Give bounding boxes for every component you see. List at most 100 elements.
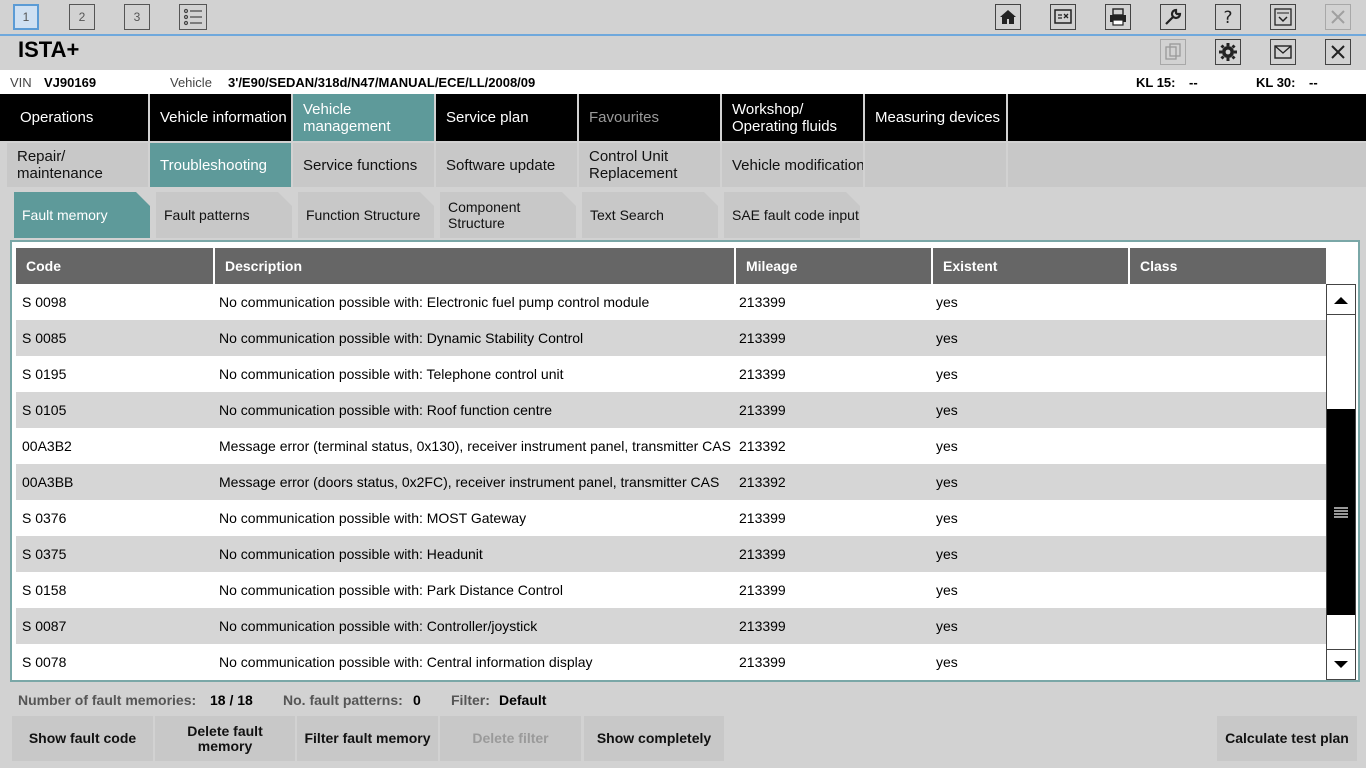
help-icon[interactable]: ? (1215, 4, 1241, 30)
kl30-value: -- (1309, 75, 1318, 90)
cell-mileage: 213399 (739, 546, 786, 562)
nav-troubleshooting[interactable]: Troubleshooting (150, 143, 291, 187)
table-row[interactable]: S 0078 No communication possible with: C… (16, 644, 1326, 680)
cell-existent: yes (936, 402, 958, 418)
session-tab-2[interactable]: 2 (69, 4, 95, 30)
home-icon[interactable] (995, 4, 1021, 30)
nav-measuring-devices[interactable]: Measuring devices (865, 94, 1008, 141)
tab-fault-patterns[interactable]: Fault patterns (156, 192, 292, 238)
table-row[interactable]: 00A3B2 Message error (terminal status, 0… (16, 428, 1326, 464)
table-row[interactable]: S 0087 No communication possible with: C… (16, 608, 1326, 644)
delete-filter-button: Delete filter (440, 716, 581, 761)
cell-code: S 0376 (22, 510, 67, 526)
top-bar: 1 2 3 ? (0, 0, 1366, 36)
show-fault-code-button[interactable]: Show fault code (12, 716, 153, 761)
tab-component-structure[interactable]: Component Structure (440, 192, 576, 238)
column-existent[interactable]: Existent (933, 248, 1130, 284)
scroll-down-button[interactable] (1327, 649, 1355, 679)
cell-mileage: 213399 (739, 366, 786, 382)
nav-vehicle-modification[interactable]: Vehicle modification (722, 143, 863, 187)
fault-memories-count: 18 / 18 (210, 692, 253, 708)
column-mileage[interactable]: Mileage (736, 248, 933, 284)
gear-icon[interactable] (1215, 39, 1241, 65)
cell-code: S 0098 (22, 294, 67, 310)
tab-sae-fault-code-input[interactable]: SAE fault code input (724, 192, 860, 238)
nav-vehicle-information[interactable]: Vehicle information (150, 94, 293, 141)
table-row[interactable]: S 0085 No communication possible with: D… (16, 320, 1326, 356)
cell-code: S 0085 (22, 330, 67, 346)
cell-description: No communication possible with: Electron… (219, 294, 650, 310)
document-copy-icon (1160, 39, 1186, 65)
table-row[interactable]: S 0375 No communication possible with: H… (16, 536, 1326, 572)
nav-empty-area (1008, 143, 1366, 187)
cell-mileage: 213399 (739, 582, 786, 598)
title-bar: ISTA+ (0, 36, 1366, 70)
dropdown-panel-icon[interactable] (1270, 4, 1296, 30)
nav-workshop-operating-fluids[interactable]: Workshop/ Operating fluids (722, 94, 865, 141)
cell-mileage: 213399 (739, 294, 786, 310)
vehicle-label: Vehicle (170, 75, 212, 90)
filter-fault-memory-button[interactable]: Filter fault memory (297, 716, 438, 761)
cell-mileage: 213392 (739, 438, 786, 454)
column-class[interactable]: Class (1130, 248, 1326, 284)
wrench-icon[interactable] (1160, 4, 1186, 30)
cell-code: 00A3B2 (22, 438, 72, 454)
nav-repair-maintenance[interactable]: Repair/ maintenance (7, 143, 148, 187)
nav-vehicle-management[interactable]: Vehicle management (293, 94, 436, 141)
cell-existent: yes (936, 438, 958, 454)
arrow-down-icon (1334, 660, 1348, 668)
column-description[interactable]: Description (215, 248, 736, 284)
cell-code: S 0078 (22, 654, 67, 670)
tab-fault-memory[interactable]: Fault memory (14, 192, 150, 238)
printer-icon[interactable] (1105, 4, 1131, 30)
tab-function-structure[interactable]: Function Structure (298, 192, 434, 238)
table-row[interactable]: S 0158 No communication possible with: P… (16, 572, 1326, 608)
delete-fault-memory-button[interactable]: Delete fault memory (155, 716, 295, 761)
cell-existent: yes (936, 366, 958, 382)
table-row[interactable]: S 0376 No communication possible with: M… (16, 500, 1326, 536)
vehicle-bar: VIN VJ90169 Vehicle 3'/E90/SEDAN/318d/N4… (0, 70, 1366, 94)
cell-existent: yes (936, 618, 958, 634)
table-row[interactable]: S 0098 No communication possible with: E… (16, 284, 1326, 320)
nav-control-unit-replacement[interactable]: Control Unit Replacement (579, 143, 720, 187)
column-code[interactable]: Code (16, 248, 215, 284)
table-row[interactable]: 00A3BB Message error (doors status, 0x2F… (16, 464, 1326, 500)
app-title: ISTA+ (18, 37, 80, 62)
arrow-up-icon (1334, 296, 1348, 304)
cell-description: Message error (doors status, 0x2FC), rec… (219, 474, 720, 490)
cell-existent: yes (936, 546, 958, 562)
table-row[interactable]: S 0105 No communication possible with: R… (16, 392, 1326, 428)
session-tab-1[interactable]: 1 (13, 4, 39, 30)
vin-label: VIN (10, 75, 32, 90)
calculate-test-plan-button[interactable]: Calculate test plan (1217, 716, 1357, 761)
swap-icon[interactable] (1050, 4, 1076, 30)
cell-description: No communication possible with: Central … (219, 654, 593, 670)
cell-existent: yes (936, 330, 958, 346)
cell-description: No communication possible with: Telephon… (219, 366, 564, 382)
filter-value: Default (499, 692, 547, 708)
show-completely-button[interactable]: Show completely (584, 716, 724, 761)
close-icon[interactable] (1325, 39, 1351, 65)
nav-software-update[interactable]: Software update (436, 143, 577, 187)
mail-icon[interactable] (1270, 39, 1296, 65)
nav-service-plan[interactable]: Service plan (436, 94, 579, 141)
fault-patterns-count: 0 (413, 692, 421, 708)
cell-code: 00A3BB (22, 474, 74, 490)
filter-label: Filter: (451, 692, 490, 708)
tab-text-search[interactable]: Text Search (582, 192, 718, 238)
table-body: S 0098 No communication possible with: E… (16, 284, 1326, 680)
nav-favourites[interactable]: Favourites (579, 94, 722, 141)
cell-description: No communication possible with: Headunit (219, 546, 483, 562)
scroll-up-button[interactable] (1327, 285, 1355, 315)
table-row[interactable]: S 0195 No communication possible with: T… (16, 356, 1326, 392)
vertical-scrollbar[interactable] (1326, 284, 1356, 680)
cell-description: Message error (terminal status, 0x130), … (219, 438, 731, 454)
scroll-thumb[interactable] (1327, 409, 1355, 615)
nav-operations[interactable]: Operations (0, 94, 150, 141)
cell-description: No communication possible with: Roof fun… (219, 402, 553, 418)
cell-code: S 0105 (22, 402, 67, 418)
list-icon[interactable] (179, 4, 207, 30)
nav-service-functions[interactable]: Service functions (293, 143, 434, 187)
svg-text:?: ? (1223, 8, 1232, 27)
session-tab-3[interactable]: 3 (124, 4, 150, 30)
